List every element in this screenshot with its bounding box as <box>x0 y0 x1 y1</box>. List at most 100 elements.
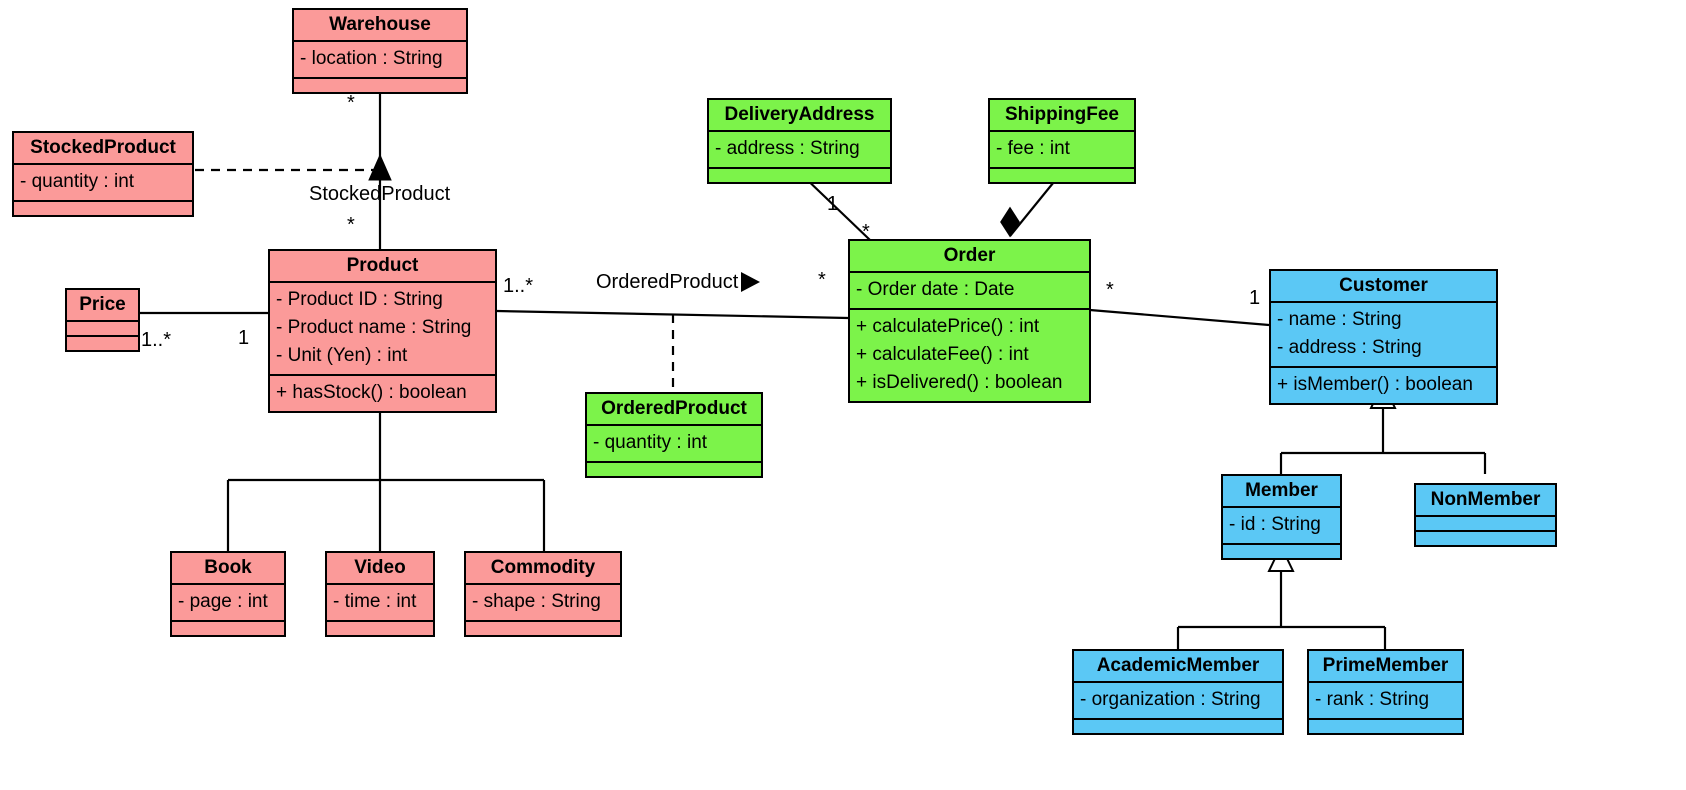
class-box-customer[interactable]: Customer - name : String - address : Str… <box>1269 269 1498 406</box>
class-name-customer: Customer <box>1339 275 1428 296</box>
class-operations-deliveryaddress <box>709 167 890 182</box>
multiplicity-order-delivery: * <box>862 221 870 243</box>
class-attributes-member: - id : String <box>1223 506 1340 543</box>
class-name-commodity: Commodity <box>490 557 596 578</box>
class-operations-primemember <box>1309 718 1462 733</box>
multiplicity-price-product: 1..* <box>141 329 172 351</box>
class-operations-stockedproduct <box>14 200 192 215</box>
class-box-shippingfee[interactable]: ShippingFee - fee : int <box>988 98 1136 185</box>
class-attributes-price <box>67 320 138 335</box>
multiplicity-deliveryaddress: 1 <box>827 193 839 215</box>
attribute-row: - Product ID : String <box>276 289 443 310</box>
operation-row: + isDelivered() : boolean <box>856 372 1063 394</box>
attribute-row: - page : int <box>178 591 268 612</box>
attribute-row: - quantity : int <box>20 171 135 192</box>
attribute-row: - location : String <box>300 48 443 69</box>
class-attributes-shippingfee: - fee : int <box>990 130 1134 167</box>
class-name-member: Member <box>1245 480 1318 501</box>
operation-row: + hasStock() : boolean <box>276 382 467 404</box>
class-attributes-product: - Product ID : String - Product name : S… <box>270 281 495 374</box>
class-attributes-commodity: - shape : String <box>466 583 620 620</box>
class-operations-price <box>67 335 138 350</box>
attribute-row: - id : String <box>1229 514 1321 535</box>
class-name-deliveryaddress: DeliveryAddress <box>724 104 875 125</box>
class-name-order: Order <box>943 245 996 266</box>
class-operations-product: + hasStock() : boolean <box>270 374 495 411</box>
class-box-orderedproduct[interactable]: OrderedProduct - quantity : int <box>585 392 763 479</box>
class-name-stockedproduct: StockedProduct <box>30 137 176 158</box>
class-operations-member <box>1223 543 1340 558</box>
class-operations-commodity <box>466 620 620 635</box>
association-name-orderedproduct: OrderedProduct <box>596 271 739 293</box>
class-box-product[interactable]: Product - Product ID : String - Product … <box>268 249 497 414</box>
class-name-product: Product <box>346 255 419 276</box>
uml-diagram-canvas: Warehouse - location : String StockedPro… <box>0 0 1686 790</box>
class-name-primemember: PrimeMember <box>1322 655 1449 676</box>
class-attributes-nonmember <box>1416 515 1555 530</box>
class-box-stockedproduct[interactable]: StockedProduct - quantity : int <box>12 131 194 218</box>
class-attributes-book: - page : int <box>172 583 284 620</box>
attribute-row: - time : int <box>333 591 417 612</box>
class-box-academicmember[interactable]: AcademicMember - organization : String <box>1072 649 1284 736</box>
class-box-member[interactable]: Member - id : String <box>1221 474 1342 561</box>
arrowhead-stockedproduct <box>368 153 392 181</box>
class-box-video[interactable]: Video - time : int <box>325 551 435 638</box>
attribute-row: - rank : String <box>1315 689 1430 710</box>
class-attributes-stockedproduct: - quantity : int <box>14 163 192 200</box>
class-name-academicmember: AcademicMember <box>1096 655 1260 676</box>
multiplicity-product-order: 1..* <box>503 275 534 297</box>
class-operations-warehouse <box>294 77 466 92</box>
attribute-row: - address : String <box>715 138 860 159</box>
class-attributes-video: - time : int <box>327 583 433 620</box>
edge-product-order <box>496 309 849 320</box>
class-box-deliveryaddress[interactable]: DeliveryAddress - address : String <box>707 98 892 185</box>
class-name-price: Price <box>79 294 126 315</box>
multiplicity-warehouse-product-top: * <box>347 92 355 114</box>
class-attributes-orderedproduct: - quantity : int <box>587 424 761 461</box>
class-attributes-customer: - name : String - address : String <box>1271 301 1496 366</box>
class-box-order[interactable]: Order - Order date : Date + calculatePri… <box>848 239 1091 404</box>
class-box-commodity[interactable]: Commodity - shape : String <box>464 551 622 638</box>
class-operations-academicmember <box>1074 718 1282 733</box>
association-name-stockedproduct: StockedProduct <box>309 183 451 205</box>
class-box-primemember[interactable]: PrimeMember - rank : String <box>1307 649 1464 736</box>
attribute-row: - quantity : int <box>593 432 708 453</box>
operation-row: + isMember() : boolean <box>1277 374 1473 396</box>
class-name-warehouse: Warehouse <box>329 14 431 35</box>
multiplicity-warehouse-product-bottom: * <box>347 214 355 236</box>
class-operations-video <box>327 620 433 635</box>
attribute-row: - Order date : Date <box>856 279 1015 300</box>
attribute-row: - fee : int <box>996 138 1070 159</box>
attribute-row: - name : String <box>1277 309 1402 330</box>
attribute-row: - address : String <box>1277 337 1422 359</box>
attribute-row: - Unit (Yen) : int <box>276 345 408 367</box>
class-box-nonmember[interactable]: NonMember <box>1414 483 1557 547</box>
class-name-shippingfee: ShippingFee <box>1005 104 1119 125</box>
class-name-book: Book <box>204 557 252 578</box>
direction-arrow-orderedproduct <box>741 272 760 292</box>
attribute-row: - organization : String <box>1080 689 1261 710</box>
class-operations-book <box>172 620 284 635</box>
attribute-row: - shape : String <box>472 591 601 612</box>
class-name-video: Video <box>354 557 406 578</box>
class-attributes-primemember: - rank : String <box>1309 681 1462 718</box>
operation-row: + calculatePrice() : int <box>856 316 1040 338</box>
attribute-row: - Product name : String <box>276 317 472 339</box>
class-box-price[interactable]: Price <box>65 288 140 352</box>
operation-row: + calculateFee() : int <box>856 344 1029 366</box>
class-operations-order: + calculatePrice() : int + calculateFee(… <box>850 308 1089 401</box>
class-operations-shippingfee <box>990 167 1134 182</box>
multiplicity-order-customer: * <box>1106 279 1114 301</box>
class-attributes-deliveryaddress: - address : String <box>709 130 890 167</box>
class-name-orderedproduct: OrderedProduct <box>601 398 747 419</box>
class-attributes-order: - Order date : Date <box>850 271 1089 308</box>
multiplicity-customer-order: 1 <box>1249 287 1261 309</box>
class-operations-customer: + isMember() : boolean <box>1271 366 1496 403</box>
class-attributes-academicmember: - organization : String <box>1074 681 1282 718</box>
class-operations-nonmember <box>1416 530 1555 545</box>
class-box-warehouse[interactable]: Warehouse - location : String <box>292 8 468 95</box>
multiplicity-order-product: * <box>818 269 826 291</box>
class-operations-orderedproduct <box>587 461 761 476</box>
edge-order-customer <box>1089 308 1270 327</box>
class-box-book[interactable]: Book - page : int <box>170 551 286 638</box>
